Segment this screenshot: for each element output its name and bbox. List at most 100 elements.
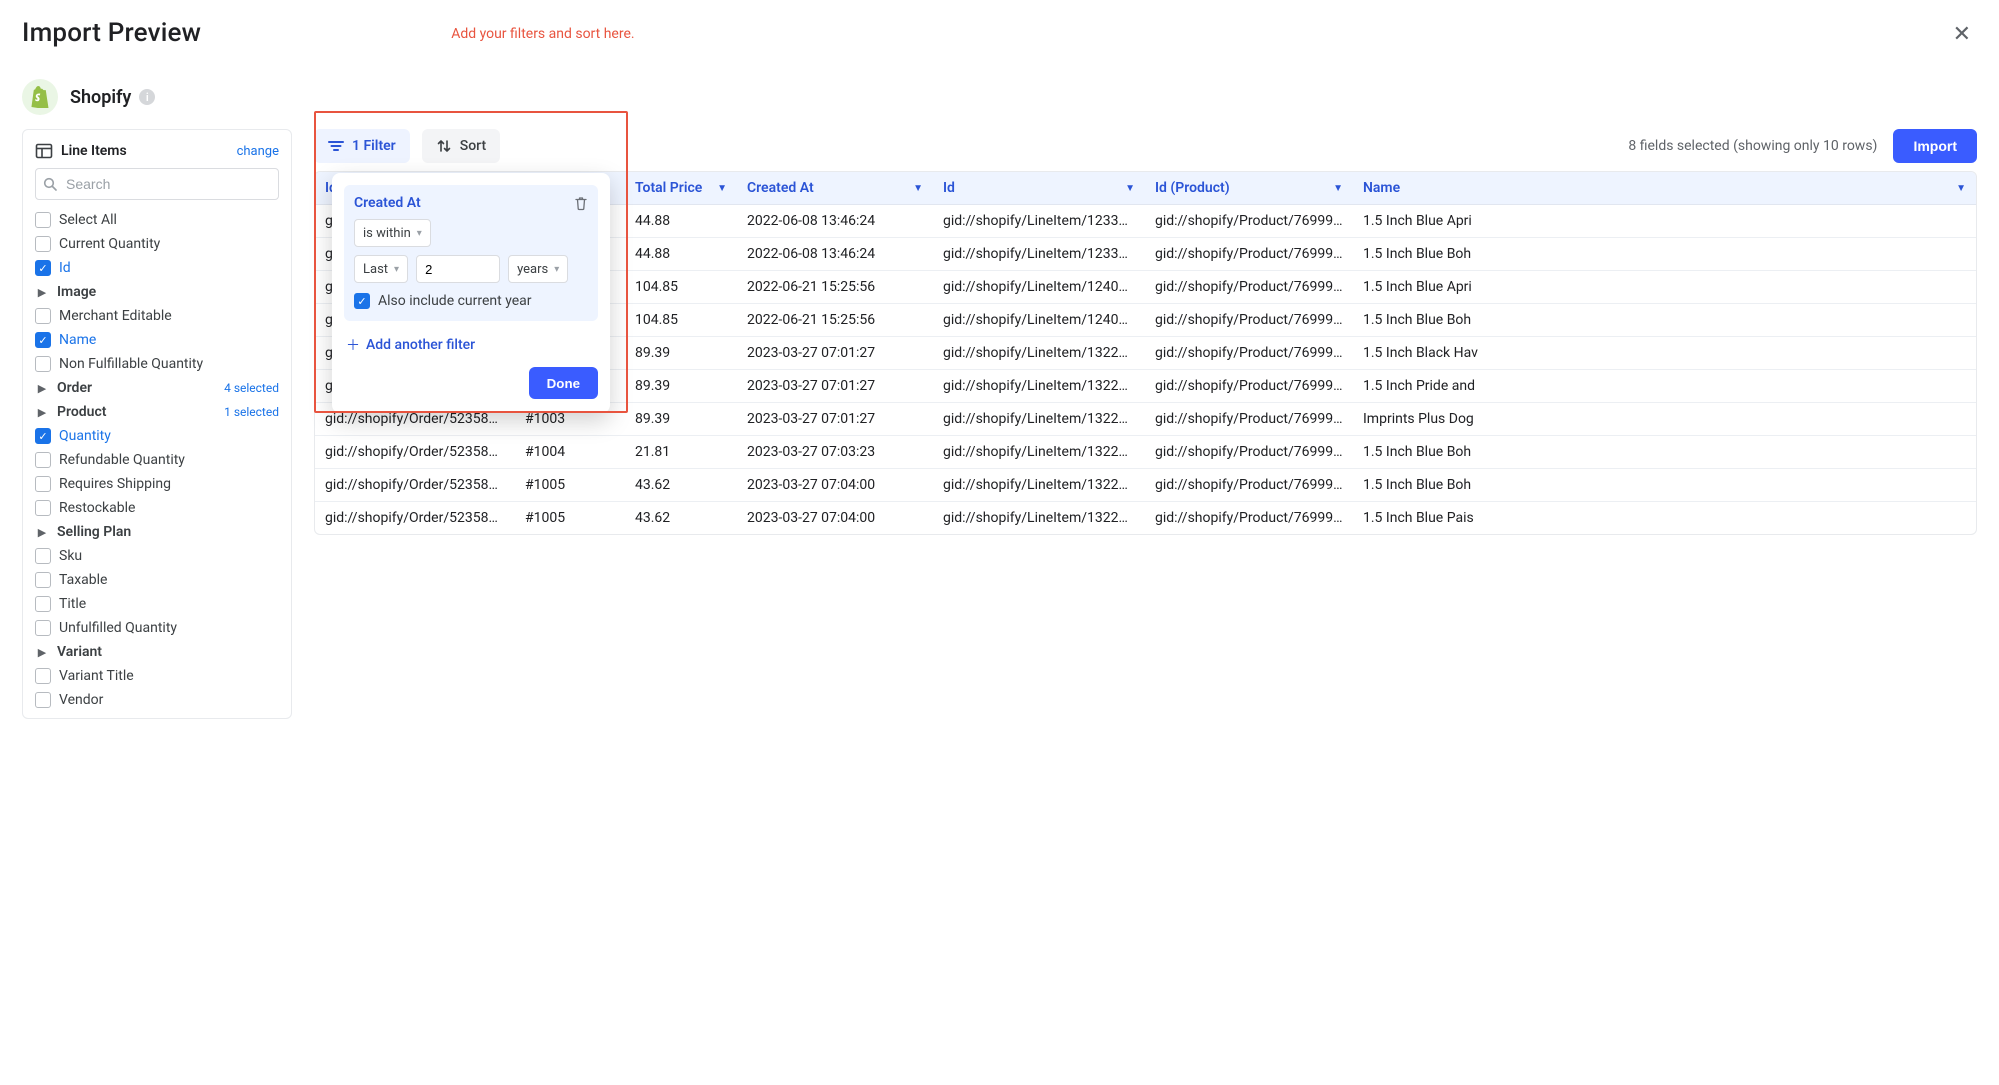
- import-button[interactable]: Import: [1893, 129, 1977, 163]
- cell-order_id: gid://shopify/Order/523588265: [315, 436, 515, 469]
- column-header[interactable]: Total Price▼: [625, 172, 737, 205]
- filter-op-dropdown[interactable]: is within▾: [354, 219, 431, 247]
- cell-total: 89.39: [625, 337, 737, 370]
- cell-created: 2023-03-27 07:03:23: [737, 436, 933, 469]
- field-label[interactable]: Restockable: [59, 500, 135, 516]
- field-label[interactable]: Taxable: [59, 572, 107, 588]
- field-checkbox[interactable]: [35, 572, 51, 588]
- expand-caret-icon[interactable]: ▶: [35, 526, 49, 539]
- cell-order_name: #1004: [515, 436, 625, 469]
- field-checkbox[interactable]: [35, 596, 51, 612]
- selected-count: 1 selected: [224, 405, 279, 419]
- field-label[interactable]: Title: [59, 596, 86, 612]
- select-all-checkbox[interactable]: [35, 212, 51, 228]
- field-checkbox[interactable]: [35, 668, 51, 684]
- chevron-down-icon: ▼: [913, 183, 923, 194]
- cell-name: 1.5 Inch Blue Apri: [1353, 205, 1976, 238]
- cell-total: 44.88: [625, 238, 737, 271]
- filter-button[interactable]: 1 Filter: [314, 129, 410, 163]
- field-checkbox[interactable]: [35, 332, 51, 348]
- column-header[interactable]: Id (Product)▼: [1145, 172, 1353, 205]
- selection-status: 8 fields selected (showing only 10 rows): [1628, 138, 1877, 154]
- sort-button[interactable]: Sort: [422, 129, 500, 163]
- field-label[interactable]: Order: [57, 380, 92, 396]
- field-checkbox[interactable]: [35, 476, 51, 492]
- filter-unit-dropdown[interactable]: years▾: [508, 255, 568, 283]
- cell-product_id: gid://shopify/Product/76999269: [1145, 205, 1353, 238]
- filter-popover: Created At is within▾ Last▾ years▾: [332, 173, 610, 413]
- shopify-logo: [22, 79, 58, 115]
- cell-total: 43.62: [625, 469, 737, 502]
- column-header[interactable]: Name▼: [1353, 172, 1976, 205]
- expand-caret-icon[interactable]: ▶: [35, 382, 49, 395]
- field-label[interactable]: Product: [57, 404, 106, 420]
- expand-caret-icon[interactable]: ▶: [35, 406, 49, 419]
- field-checkbox[interactable]: [35, 236, 51, 252]
- field-checkbox[interactable]: [35, 428, 51, 444]
- sort-button-label: Sort: [460, 138, 486, 154]
- change-source-link[interactable]: change: [237, 144, 279, 159]
- field-checkbox[interactable]: [35, 260, 51, 276]
- field-checkbox[interactable]: [35, 620, 51, 636]
- cell-created: 2022-06-21 15:25:56: [737, 304, 933, 337]
- cell-line_id: gid://shopify/LineItem/1233630: [933, 205, 1145, 238]
- close-button[interactable]: ✕: [1947, 18, 1977, 51]
- table-row[interactable]: gid://shopify/Order/523588288#100543.622…: [315, 469, 1976, 502]
- field-label[interactable]: Non Fulfillable Quantity: [59, 356, 203, 372]
- cell-product_id: gid://shopify/Product/76999269: [1145, 469, 1353, 502]
- cell-line_id: gid://shopify/LineItem/1322036: [933, 436, 1145, 469]
- expand-caret-icon[interactable]: ▶: [35, 286, 49, 299]
- done-button[interactable]: Done: [529, 367, 598, 399]
- field-label[interactable]: Id: [59, 260, 71, 276]
- field-label[interactable]: Variant Title: [59, 668, 134, 684]
- filters-hint: Add your filters and sort here.: [451, 26, 634, 42]
- field-label[interactable]: Variant: [57, 644, 102, 660]
- table-icon: [35, 142, 53, 160]
- chevron-down-icon: ▼: [1125, 183, 1135, 194]
- filter-direction-dropdown[interactable]: Last▾: [354, 255, 408, 283]
- delete-filter-button[interactable]: [574, 196, 588, 211]
- search-input[interactable]: [35, 168, 279, 200]
- cell-product_id: gid://shopify/Product/76999269: [1145, 271, 1353, 304]
- fields-panel: Line Items change Select All Current Qua…: [22, 129, 292, 719]
- cell-line_id: gid://shopify/LineItem/1322036: [933, 403, 1145, 436]
- cell-created: 2023-03-27 07:01:27: [737, 370, 933, 403]
- filter-icon: [328, 139, 344, 153]
- field-label[interactable]: Sku: [59, 548, 82, 564]
- table-row[interactable]: gid://shopify/Order/523588265#100421.812…: [315, 436, 1976, 469]
- field-label[interactable]: Refundable Quantity: [59, 452, 185, 468]
- field-label[interactable]: Vendor: [59, 692, 103, 708]
- field-checkbox[interactable]: [35, 356, 51, 372]
- field-checkbox[interactable]: [35, 308, 51, 324]
- field-label[interactable]: Merchant Editable: [59, 308, 172, 324]
- field-checkbox[interactable]: [35, 692, 51, 708]
- field-label[interactable]: Quantity: [59, 428, 111, 444]
- search-icon: [43, 177, 57, 191]
- cell-name: 1.5 Inch Blue Pais: [1353, 502, 1976, 535]
- column-header[interactable]: Id▼: [933, 172, 1145, 205]
- include-current-checkbox[interactable]: [354, 293, 370, 309]
- field-label[interactable]: Unfulfilled Quantity: [59, 620, 177, 636]
- cell-created: 2022-06-21 15:25:56: [737, 271, 933, 304]
- table-row[interactable]: gid://shopify/Order/523588288#100543.622…: [315, 502, 1976, 535]
- field-label[interactable]: Current Quantity: [59, 236, 160, 252]
- cell-product_id: gid://shopify/Product/76999269: [1145, 304, 1353, 337]
- info-icon[interactable]: i: [139, 89, 155, 105]
- filter-amount-input[interactable]: [416, 255, 500, 283]
- field-checkbox[interactable]: [35, 452, 51, 468]
- expand-caret-icon[interactable]: ▶: [35, 646, 49, 659]
- cell-line_id: gid://shopify/LineItem/1322036: [933, 370, 1145, 403]
- cell-product_id: gid://shopify/Product/76999261: [1145, 337, 1353, 370]
- cell-created: 2023-03-27 07:01:27: [737, 403, 933, 436]
- field-checkbox[interactable]: [35, 500, 51, 516]
- field-label[interactable]: Requires Shipping: [59, 476, 171, 492]
- field-checkbox[interactable]: [35, 548, 51, 564]
- add-filter-button[interactable]: ＋ Add another filter: [346, 335, 598, 355]
- field-label[interactable]: Name: [59, 332, 96, 348]
- field-label[interactable]: Selling Plan: [57, 524, 131, 540]
- cell-line_id: gid://shopify/LineItem/1322036: [933, 337, 1145, 370]
- chevron-down-icon: ▼: [1333, 183, 1343, 194]
- cell-line_id: gid://shopify/LineItem/1322036: [933, 502, 1145, 535]
- column-header[interactable]: Created At▼: [737, 172, 933, 205]
- field-label[interactable]: Image: [57, 284, 96, 300]
